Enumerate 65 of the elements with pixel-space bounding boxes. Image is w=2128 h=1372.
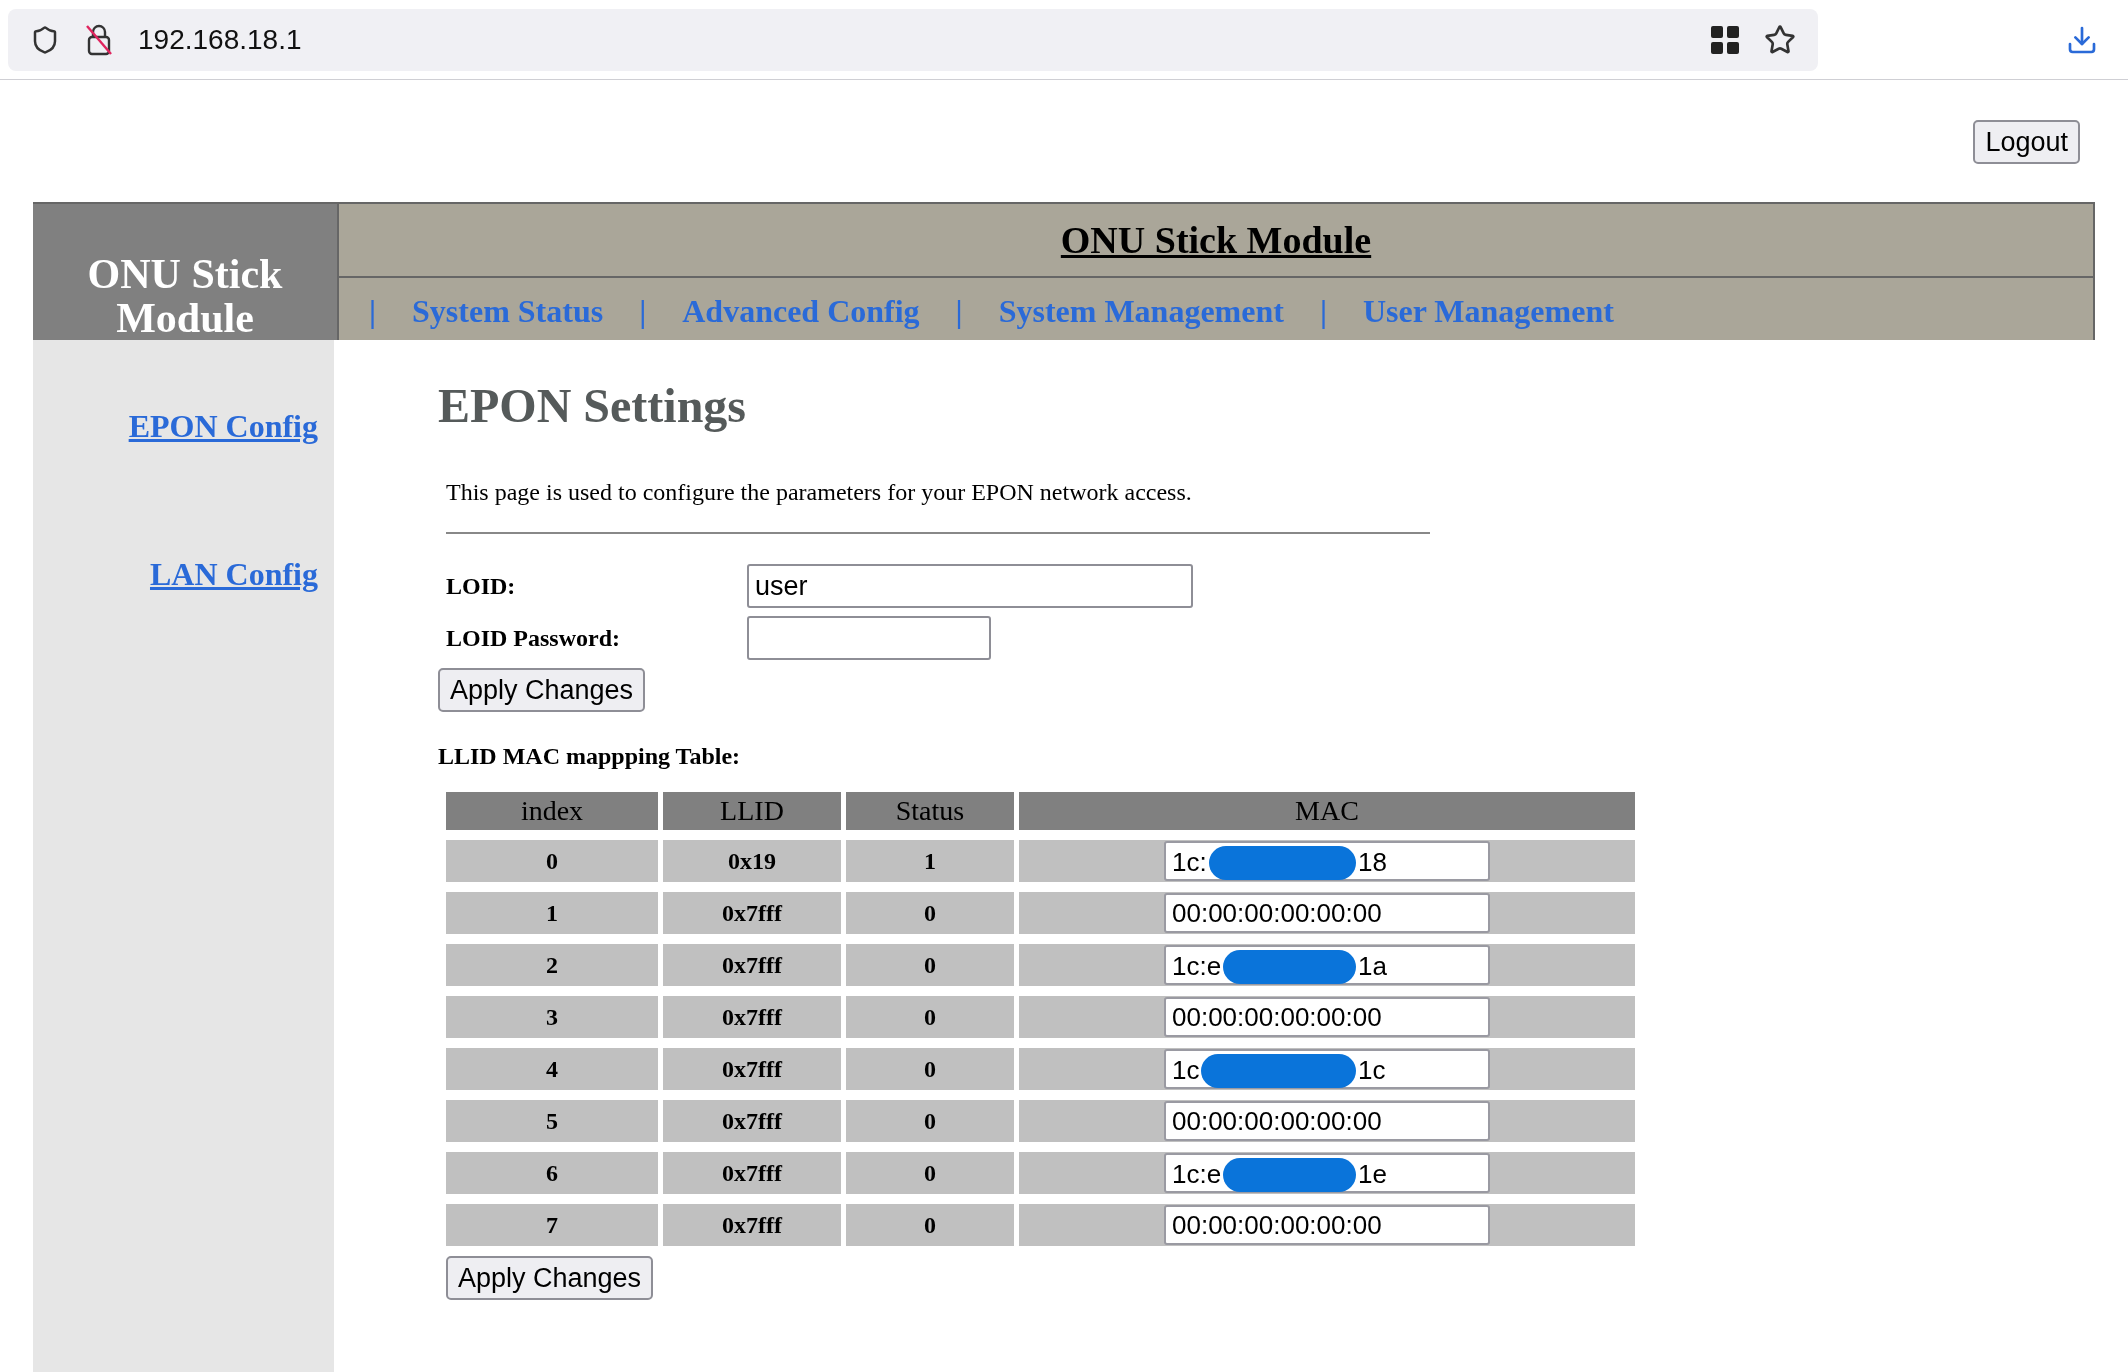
page-title: EPON Settings	[438, 378, 747, 434]
brand-title: ONU Stick Module	[86, 252, 284, 340]
field-label: LOID:	[446, 572, 517, 601]
column-header: MAC	[1019, 792, 1635, 830]
mac-visible-end: 1c	[1358, 1054, 1387, 1087]
table-cell: 0x7fff	[663, 1048, 841, 1090]
mac-visible-start: 1c	[1172, 1054, 1200, 1087]
nav-separator: |	[369, 292, 377, 330]
table-cell: 1	[446, 892, 658, 934]
mac-field[interactable]: 00:00:00:00:00:00	[1164, 893, 1490, 933]
table-cell: 4	[446, 1048, 658, 1090]
table-cell: 6	[446, 1152, 658, 1194]
table-cell: 0x7fff	[663, 1204, 841, 1246]
page-description: This page is used to configure the parameters for your EPON network access.	[446, 478, 1193, 507]
table-cell: 2	[446, 944, 658, 986]
logout-button[interactable]: Logout	[1973, 120, 2080, 164]
table-cell: 5	[446, 1100, 658, 1142]
mac-field[interactable]: 00:00:00:00:00:00	[1164, 1101, 1490, 1141]
table-cell: 1	[846, 840, 1014, 882]
lock-slash-icon[interactable]	[84, 22, 114, 57]
table-cell: 0	[446, 840, 658, 882]
sidebar-link[interactable]: EPON Config	[128, 402, 318, 450]
table-cell: 0x7fff	[663, 944, 841, 986]
table-cell: 0x7fff	[663, 892, 841, 934]
table-cell: 0	[846, 1152, 1014, 1194]
mac-field[interactable]: 1c 1c	[1164, 1049, 1490, 1089]
nav-separator: |	[955, 292, 963, 330]
apply-button[interactable]: Apply Changes	[438, 668, 646, 712]
mac-visible-end: 1e	[1358, 1158, 1388, 1191]
table-cell: 0x7fff	[663, 1100, 841, 1142]
mac-field[interactable]: 1c:e 1e	[1164, 1153, 1490, 1193]
sidebar-link[interactable]: LAN Config	[150, 550, 318, 598]
table-cell: 0	[846, 1100, 1014, 1142]
mac-visible-start: 1c:e	[1172, 1158, 1222, 1191]
nav-separator: |	[639, 292, 647, 330]
apply-button[interactable]: Apply Changes	[446, 1256, 654, 1300]
text-field[interactable]	[747, 616, 991, 660]
mac-visible-start: 1c:	[1172, 846, 1207, 879]
table-cell: 0	[846, 1048, 1014, 1090]
table-cell: 0	[846, 1204, 1014, 1246]
header-title: ONU Stick Module	[1060, 217, 1372, 263]
column-header: LLID	[663, 792, 841, 830]
mac-visible-end: 18	[1358, 846, 1388, 879]
table-cell: 0	[846, 944, 1014, 986]
table-cell: 0	[846, 996, 1014, 1038]
field-label: LOID Password:	[446, 624, 621, 653]
mac-field[interactable]: 1c:e 1a	[1164, 945, 1490, 985]
star-icon[interactable]	[1764, 23, 1796, 56]
mac-field[interactable]: 00:00:00:00:00:00	[1164, 997, 1490, 1037]
table-cell: 0x7fff	[663, 996, 841, 1038]
table-cell: 0x7fff	[663, 1152, 841, 1194]
mac-visible-start: 1c:e	[1172, 950, 1222, 983]
table-cell: 7	[446, 1204, 658, 1246]
mac-field[interactable]: 1c: 18	[1164, 841, 1490, 881]
table-cell: 0	[846, 892, 1014, 934]
table-title: LLID MAC mappping Table:	[438, 742, 742, 771]
text-field[interactable]: user	[747, 564, 1193, 608]
column-header: Status	[846, 792, 1014, 830]
table-cell: 3	[446, 996, 658, 1038]
nav-separator: |	[1319, 292, 1327, 330]
column-header: index	[446, 792, 658, 830]
mac-field[interactable]: 00:00:00:00:00:00	[1164, 1205, 1490, 1245]
table-cell: 0x19	[663, 840, 841, 882]
mac-visible-end: 1a	[1358, 950, 1388, 983]
grid-icon[interactable]	[1710, 24, 1740, 55]
